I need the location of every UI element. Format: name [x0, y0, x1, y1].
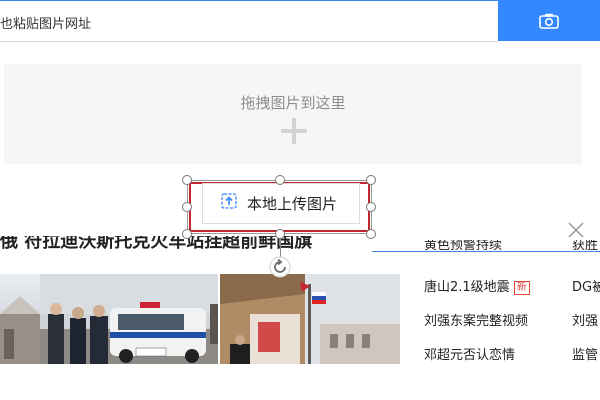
news-photo[interactable] — [0, 274, 40, 364]
close-icon[interactable] — [566, 220, 586, 240]
news-headline-text: 俄 符拉迪沃斯托克火车站挂超前鲜国旗 — [0, 236, 313, 252]
news-link-text: 刘强东案完整视频 — [424, 314, 529, 329]
news-link[interactable]: 刘强东案完整视频 — [424, 310, 528, 329]
camera-icon — [539, 13, 559, 29]
divider — [372, 251, 600, 252]
news-photo[interactable] — [40, 274, 218, 364]
news-link[interactable]: 唐山2.1级地震新 — [424, 276, 530, 295]
resize-handle[interactable] — [366, 229, 376, 239]
resize-handle[interactable] — [182, 175, 192, 185]
search-bar: 也粘贴图片网址 — [0, 0, 498, 42]
drop-zone-text: 拖拽图片到这里 — [240, 94, 346, 112]
search-input[interactable]: 也粘贴图片网址 — [0, 13, 91, 32]
resize-handle[interactable] — [182, 202, 192, 212]
plus-icon — [281, 118, 307, 144]
resize-handle[interactable] — [275, 175, 285, 185]
camera-search-button[interactable] — [498, 0, 600, 41]
upload-icon — [221, 193, 237, 209]
news-link-text: 获胜 — [572, 240, 599, 251]
rotate-icon[interactable] — [269, 256, 291, 278]
news-link-text: 唐山2.1级地震 — [424, 280, 510, 295]
news-link[interactable]: 监管 — [572, 344, 600, 363]
news-link[interactable]: 邓超元否认恋情 — [424, 344, 515, 363]
image-drop-zone[interactable]: 拖拽图片到这里 — [4, 64, 582, 164]
resize-handle[interactable] — [366, 202, 376, 212]
new-badge: 新 — [513, 281, 530, 295]
resize-handle[interactable] — [182, 229, 192, 239]
news-link-text: 黄色预警持续 — [424, 240, 503, 251]
resize-handle[interactable] — [366, 175, 376, 185]
news-link[interactable]: 获胜 — [572, 240, 600, 251]
news-headline[interactable]: 俄 符拉迪沃斯托克火车站挂超前鲜国旗 — [0, 236, 400, 258]
news-link-text: 刘强 — [572, 314, 599, 329]
rotate-handle-stem — [280, 238, 281, 258]
news-link-text: 邓超元否认恋情 — [424, 348, 516, 363]
upload-button-label: 本地上传图片 — [247, 195, 338, 213]
news-link-text: DG被 — [572, 280, 600, 295]
news-link[interactable]: 刘强 — [572, 310, 600, 329]
news-link[interactable]: 黄色预警持续 — [424, 240, 502, 251]
news-link-text: 监管 — [572, 348, 599, 363]
news-photo[interactable] — [220, 274, 400, 364]
news-link[interactable]: DG被 — [572, 276, 600, 295]
